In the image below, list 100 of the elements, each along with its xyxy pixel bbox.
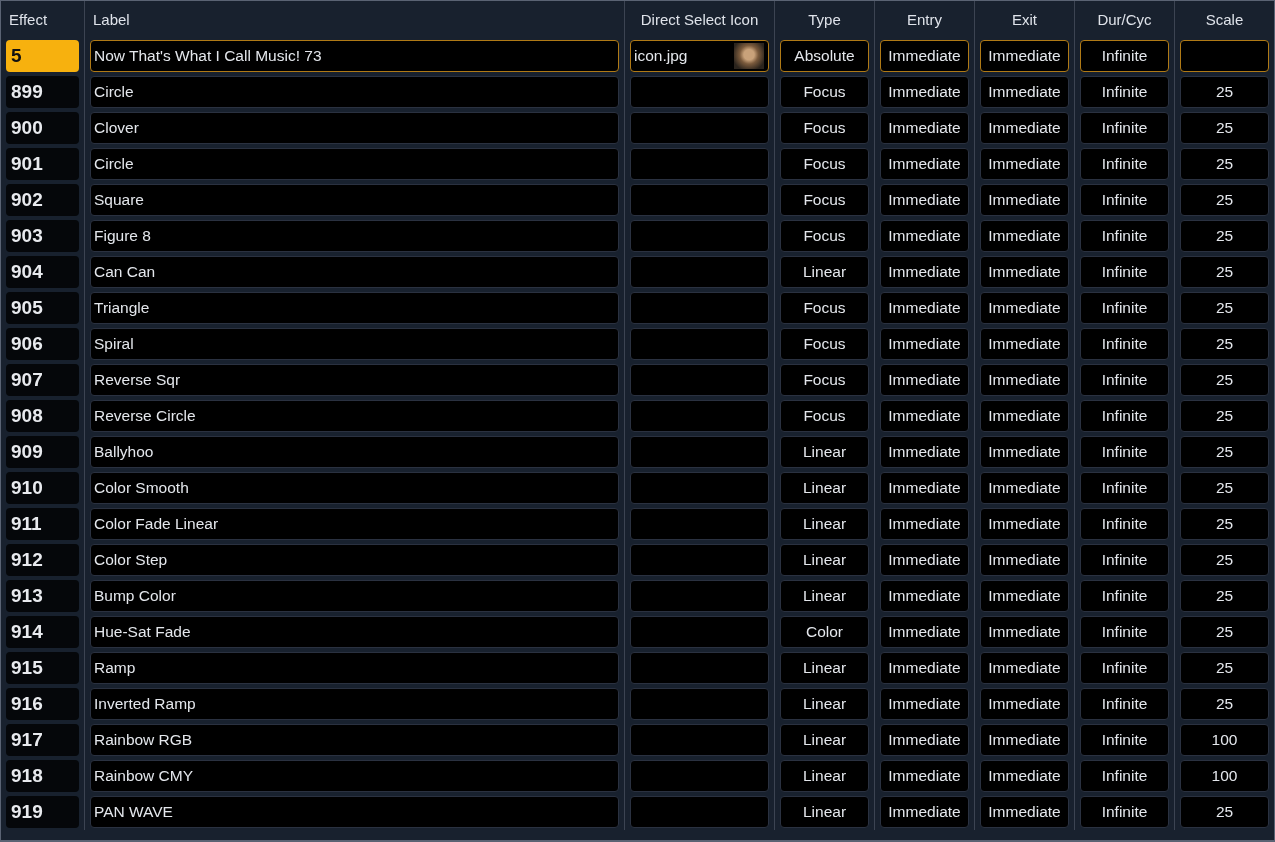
table-cell[interactable]: Immediate [980,652,1069,684]
label-cell[interactable]: Color Smooth [90,472,619,504]
table-cell[interactable]: Immediate [980,184,1069,216]
table-cell[interactable]: Infinite [1080,652,1169,684]
table-cell[interactable]: Focus [780,364,869,396]
table-cell[interactable]: Linear [780,652,869,684]
table-cell[interactable]: Immediate [980,724,1069,756]
table-cell[interactable]: Immediate [980,436,1069,468]
table-cell[interactable]: 25 [1180,508,1269,540]
label-cell[interactable]: PAN WAVE [90,796,619,828]
table-cell[interactable]: Immediate [880,40,969,72]
table-cell[interactable]: Linear [780,760,869,792]
icon-cell[interactable] [630,436,769,468]
icon-cell[interactable] [630,76,769,108]
table-cell[interactable]: Immediate [980,40,1069,72]
table-cell[interactable]: Linear [780,544,869,576]
label-cell[interactable]: Reverse Circle [90,400,619,432]
icon-cell[interactable] [630,328,769,360]
table-cell[interactable]: Infinite [1080,616,1169,648]
table-cell[interactable]: Immediate [880,724,969,756]
table-cell[interactable]: Infinite [1080,40,1169,72]
icon-cell[interactable] [630,148,769,180]
table-cell[interactable]: 25 [1180,472,1269,504]
table-cell[interactable]: Immediate [880,616,969,648]
table-cell[interactable]: Infinite [1080,580,1169,612]
table-cell[interactable]: Infinite [1080,148,1169,180]
table-cell[interactable]: Focus [780,148,869,180]
table-cell[interactable]: Immediate [980,544,1069,576]
icon-cell[interactable] [630,184,769,216]
effect-number[interactable]: 5 [6,40,79,72]
table-cell[interactable]: Immediate [980,472,1069,504]
effect-number[interactable]: 899 [6,76,79,108]
table-cell[interactable]: Linear [780,256,869,288]
table-cell[interactable]: Immediate [980,508,1069,540]
effect-number[interactable]: 900 [6,112,79,144]
table-cell[interactable]: 25 [1180,688,1269,720]
table-cell[interactable]: Focus [780,292,869,324]
label-cell[interactable]: Spiral [90,328,619,360]
table-cell[interactable]: Immediate [880,688,969,720]
icon-cell[interactable] [630,292,769,324]
label-cell[interactable]: Hue-Sat Fade [90,616,619,648]
table-cell[interactable]: Immediate [880,256,969,288]
table-cell[interactable]: 25 [1180,328,1269,360]
effect-number[interactable]: 912 [6,544,79,576]
label-cell[interactable]: Color Fade Linear [90,508,619,540]
effect-number[interactable]: 918 [6,760,79,792]
table-cell[interactable]: Focus [780,184,869,216]
table-cell[interactable]: Focus [780,76,869,108]
effect-number[interactable]: 914 [6,616,79,648]
effect-number[interactable]: 919 [6,796,79,828]
effect-number[interactable]: 913 [6,580,79,612]
table-cell[interactable]: Infinite [1080,724,1169,756]
table-cell[interactable]: Infinite [1080,364,1169,396]
table-cell[interactable]: Linear [780,724,869,756]
table-cell[interactable]: Immediate [880,328,969,360]
table-cell[interactable]: Linear [780,508,869,540]
table-cell[interactable]: Linear [780,688,869,720]
table-cell[interactable]: 100 [1180,724,1269,756]
table-cell[interactable]: Immediate [980,328,1069,360]
table-cell[interactable]: 25 [1180,436,1269,468]
icon-cell[interactable] [630,580,769,612]
table-cell[interactable]: Immediate [880,436,969,468]
table-cell[interactable]: Immediate [880,184,969,216]
table-cell[interactable]: 25 [1180,220,1269,252]
table-cell[interactable]: Immediate [980,760,1069,792]
table-cell[interactable]: Infinite [1080,328,1169,360]
table-cell[interactable]: Absolute [780,40,869,72]
effect-number[interactable]: 906 [6,328,79,360]
icon-cell[interactable] [630,544,769,576]
table-cell[interactable]: Immediate [880,112,969,144]
table-cell[interactable]: Infinite [1080,544,1169,576]
icon-cell[interactable] [630,760,769,792]
effect-number[interactable]: 901 [6,148,79,180]
icon-cell[interactable] [630,508,769,540]
effect-number[interactable]: 910 [6,472,79,504]
table-cell[interactable]: 25 [1180,292,1269,324]
table-cell[interactable]: Infinite [1080,112,1169,144]
table-cell[interactable]: 25 [1180,76,1269,108]
table-cell[interactable]: Color [780,616,869,648]
table-cell[interactable]: Immediate [980,580,1069,612]
icon-cell[interactable] [630,688,769,720]
table-cell[interactable]: 25 [1180,616,1269,648]
icon-cell[interactable] [630,112,769,144]
label-cell[interactable]: Circle [90,148,619,180]
table-cell[interactable]: Focus [780,400,869,432]
table-cell[interactable]: Immediate [880,544,969,576]
label-cell[interactable]: Circle [90,76,619,108]
effect-number[interactable]: 909 [6,436,79,468]
table-cell[interactable]: Immediate [880,760,969,792]
label-cell[interactable]: Can Can [90,256,619,288]
table-cell[interactable]: Infinite [1080,292,1169,324]
table-cell[interactable]: Infinite [1080,220,1169,252]
label-cell[interactable]: Figure 8 [90,220,619,252]
table-cell[interactable]: Linear [780,580,869,612]
table-cell[interactable]: Immediate [880,400,969,432]
label-cell[interactable]: Bump Color [90,580,619,612]
label-cell[interactable]: Inverted Ramp [90,688,619,720]
table-cell[interactable]: Infinite [1080,436,1169,468]
table-cell[interactable]: Infinite [1080,796,1169,828]
table-cell[interactable]: 25 [1180,400,1269,432]
